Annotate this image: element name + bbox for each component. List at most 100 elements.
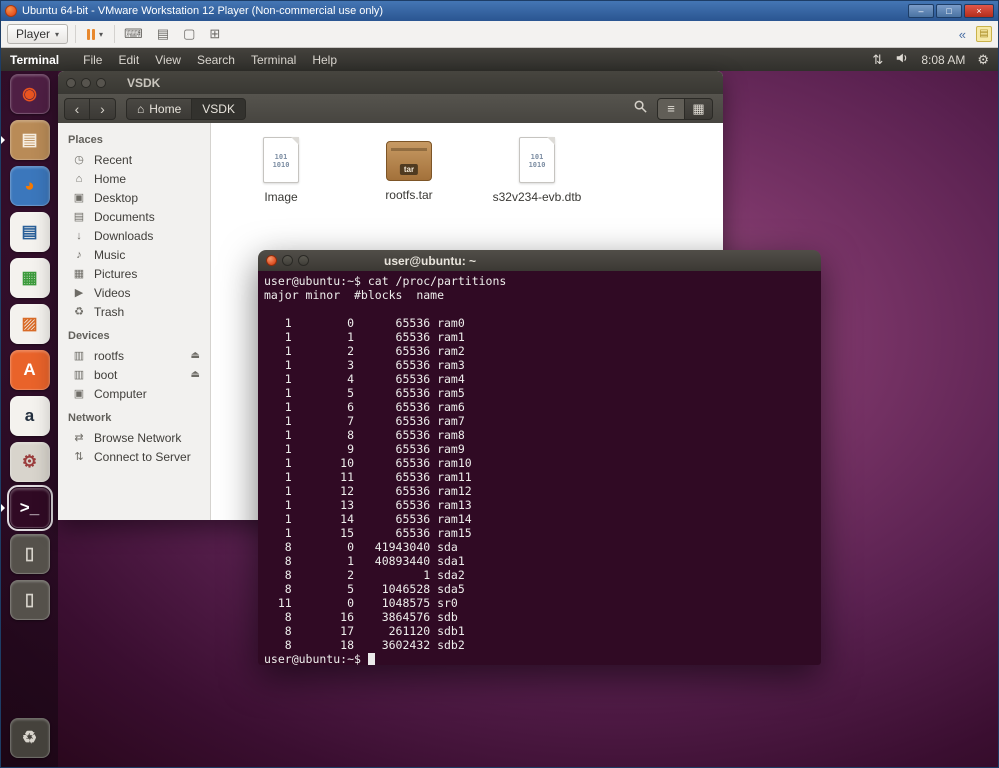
launcher-item[interactable]: ◉ [1, 71, 58, 117]
minimize-icon[interactable] [81, 77, 91, 88]
file-item[interactable]: 101 1010 s32v234-evb.dtb [487, 137, 587, 204]
eject-icon[interactable]: ⏏ [191, 350, 200, 361]
close-icon[interactable] [266, 255, 277, 266]
sidebar-item[interactable]: ♪ Music [58, 245, 210, 264]
launcher-item[interactable]: >_ [1, 485, 58, 531]
launcher-item[interactable]: a [1, 393, 58, 439]
place-icon: ↓ [76, 229, 82, 242]
breadcrumb-home[interactable]: ⌂ Home [126, 97, 193, 120]
file-item[interactable]: tar rootfs.tar [359, 137, 459, 202]
file-manager-titlebar[interactable]: VSDK [58, 71, 723, 94]
breadcrumb-current[interactable]: VSDK [192, 97, 246, 120]
breadcrumb-home-label: Home [149, 101, 182, 116]
menu-item[interactable]: Edit [110, 53, 147, 67]
sidebar-item-label: Recent [94, 152, 133, 167]
terminal-titlebar[interactable]: user@ubuntu: ~ [258, 250, 821, 271]
player-menu-button[interactable]: Player ▾ [7, 24, 69, 44]
desktop-wallpaper: ♻ ◉ ▤ ◕ ▤ ▦ ▨ A a ⚙ >_ ▯ ▯ VSDK ‹ › ⌂ Ho… [1, 71, 998, 767]
terminal-cursor [367, 653, 375, 665]
app-icon: ▨ [9, 304, 50, 344]
sidebar-item[interactable]: ▤ Documents [58, 207, 210, 226]
sidebar-item[interactable]: ⇄ Browse Network [58, 428, 210, 447]
minimize-icon[interactable] [282, 255, 293, 266]
sidebar-item-label: Videos [94, 285, 131, 300]
vm-toolbar-icon[interactable]: ⊞ [207, 26, 222, 42]
app-icon: ▦ [9, 258, 50, 298]
launcher-item[interactable]: ⚙ [1, 439, 58, 485]
file-icon: tar [386, 141, 432, 181]
menu-item[interactable]: File [75, 53, 110, 67]
sidebar-item[interactable]: ▥ boot ⏏ [58, 365, 210, 384]
launcher-item[interactable]: ▯ [1, 531, 58, 577]
network-indicator-icon[interactable]: ⇅ [872, 52, 883, 68]
file-icon-text: tar [399, 164, 419, 175]
sidebar-item-label: Browse Network [94, 430, 182, 445]
vm-toolbar-icon[interactable]: ▢ [181, 26, 197, 42]
close-button[interactable]: × [964, 4, 994, 18]
ubuntu-menubar: Terminal File Edit View Search Terminal … [1, 48, 998, 71]
suspend-button[interactable]: ▾ [83, 27, 107, 42]
file-name: Image [264, 190, 298, 204]
back-button[interactable]: ‹ [64, 97, 90, 120]
app-icon: ▤ [9, 212, 50, 252]
sidebar-item[interactable]: ▣ Computer [58, 384, 210, 403]
file-icon: 101 1010 [519, 137, 555, 183]
place-icon: ⌂ [75, 172, 83, 185]
eject-icon[interactable]: ⏏ [191, 369, 200, 380]
sidebar-item[interactable]: ▣ Desktop [58, 188, 210, 207]
sidebar-item-label: rootfs [94, 348, 125, 363]
file-item[interactable]: 101 1010 Image [231, 137, 331, 204]
file-manager-toolbar: ‹ › ⌂ Home VSDK ≡ ▦ [58, 94, 723, 123]
menu-item[interactable]: Help [304, 53, 345, 67]
sound-indicator-icon[interactable] [895, 51, 909, 68]
launcher-item[interactable]: ▤ [1, 209, 58, 255]
minimize-button[interactable]: – [908, 4, 934, 18]
close-icon[interactable] [66, 77, 76, 88]
sidebar-item[interactable]: ♻ Trash [58, 302, 210, 321]
launcher-item-trash[interactable]: ♻ [1, 715, 58, 761]
launcher-item[interactable]: A [1, 347, 58, 393]
collapse-toolbar-icon[interactable]: « [959, 27, 966, 42]
app-icon: ◕ [9, 166, 50, 206]
launcher-item[interactable]: ▨ [1, 301, 58, 347]
app-icon: a [9, 396, 50, 436]
vmware-player-window: Ubuntu 64-bit - VMware Workstation 12 Pl… [0, 0, 999, 768]
file-icon-text: 101 1010 [528, 153, 546, 169]
file-manager-title: VSDK [127, 75, 161, 90]
menu-item[interactable]: View [147, 53, 189, 67]
chevron-down-icon: ▾ [55, 29, 60, 39]
launcher-item[interactable]: ▯ [1, 577, 58, 623]
sidebar-item[interactable]: ↓ Downloads [58, 226, 210, 245]
session-gear-icon[interactable]: ⚙ [977, 52, 989, 68]
forward-button[interactable]: › [90, 97, 116, 120]
terminal-screen[interactable]: user@ubuntu:~$ cat /proc/partitions majo… [258, 271, 821, 665]
maximize-icon[interactable] [298, 255, 309, 266]
sidebar-item[interactable]: ◷ Recent [58, 150, 210, 169]
sidebar-item[interactable]: ▶ Videos [58, 283, 210, 302]
menu-item[interactable]: Search [189, 53, 243, 67]
sidebar-item[interactable]: ⇅ Connect to Server [58, 447, 210, 466]
sidebar-item[interactable]: ⌂ Home [58, 169, 210, 188]
places-header: Places [68, 134, 103, 146]
launcher-item[interactable]: ▦ [1, 255, 58, 301]
search-icon[interactable] [633, 99, 648, 119]
place-icon: ♻ [74, 306, 84, 318]
launcher-item[interactable]: ◕ [1, 163, 58, 209]
terminal-title: user@ubuntu: ~ [384, 253, 477, 268]
launcher-item[interactable]: ▤ [1, 117, 58, 163]
library-icon[interactable]: ▤ [976, 26, 992, 42]
clock-indicator[interactable]: 8:08 AM [921, 53, 965, 67]
vm-toolbar-icon[interactable]: ⌨ [122, 26, 145, 42]
menu-item[interactable]: Terminal [243, 53, 304, 67]
maximize-button[interactable]: □ [936, 4, 962, 18]
sidebar-item[interactable]: ▥ rootfs ⏏ [58, 346, 210, 365]
terminal-output: user@ubuntu:~$ cat /proc/partitions majo… [264, 274, 507, 652]
vm-toolbar-icon[interactable]: ▤ [155, 26, 171, 42]
maximize-icon[interactable] [96, 77, 106, 88]
list-view-button[interactable]: ≡ [657, 97, 685, 120]
file-name: s32v234-evb.dtb [492, 190, 582, 204]
sidebar-item[interactable]: ▦ Pictures [58, 264, 210, 283]
grid-view-button[interactable]: ▦ [685, 97, 713, 120]
vmware-titlebar[interactable]: Ubuntu 64-bit - VMware Workstation 12 Pl… [1, 1, 998, 21]
toolbar-separator [114, 25, 116, 43]
